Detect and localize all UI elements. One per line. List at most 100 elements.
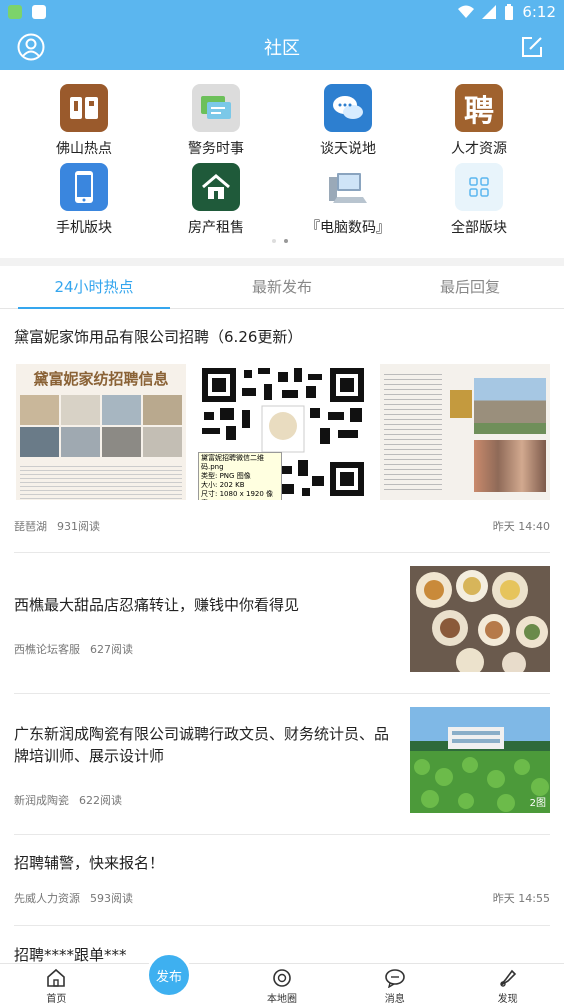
post-item[interactable]: 招聘辅警，快来报名！ 先威人力资源 593阅读 昨天 14:55	[14, 852, 550, 908]
post-meta: 西樵论坛客服 627阅读	[14, 641, 133, 657]
post-reads: 931阅读	[57, 520, 100, 533]
tab-last-reply[interactable]: 最后回复	[376, 266, 564, 308]
post-author: 琵琶湖	[14, 520, 47, 533]
category-label: 谈天说地	[320, 141, 376, 157]
message-icon	[384, 969, 405, 988]
app-header: 社区	[0, 24, 564, 70]
post-reads: 593阅读	[90, 892, 133, 905]
category-all-sections[interactable]: 全部版块	[414, 163, 544, 237]
home-icon	[47, 968, 66, 987]
nav-label: 首页	[46, 994, 67, 1005]
image-count-badge: 2图	[529, 798, 546, 809]
divider	[14, 834, 550, 835]
publish-button[interactable]: 发布	[146, 952, 192, 998]
battery-icon	[505, 4, 514, 20]
qr-caption-line: 尺寸: 1080 x 1920 像素	[201, 490, 274, 500]
compose-icon[interactable]	[521, 36, 543, 58]
nav-discover[interactable]: 发现	[451, 964, 564, 1005]
image-notification-icon	[32, 5, 46, 19]
discover-icon	[499, 969, 516, 987]
chat-icon	[324, 84, 372, 132]
feed-tabs: 24小时热点 最新发布 最后回复	[0, 266, 564, 309]
category-police-news[interactable]: 警务时事	[151, 84, 281, 158]
local-circle-icon	[273, 969, 291, 987]
qr-caption-line: 黛富妮招聘微信二维码.png	[201, 454, 264, 471]
post-meta: 琵琶湖 931阅读	[14, 518, 100, 534]
post-thumbnail[interactable]	[410, 566, 550, 672]
category-label: 人才资源	[451, 141, 507, 157]
post-meta: 新润成陶瓷 622阅读	[14, 792, 122, 808]
post-title: 黛富妮家饰用品有限公司招聘（6.26更新）	[14, 328, 303, 346]
image-text-block	[20, 463, 182, 499]
post-reads: 627阅读	[90, 643, 133, 656]
signal-icon	[482, 5, 497, 19]
post-author: 新润成陶瓷	[14, 794, 69, 807]
post-image[interactable]: 黛富妮家纺招聘信息	[16, 364, 186, 500]
category-label: 手机版块	[56, 220, 112, 236]
category-label: 房产租售	[188, 220, 244, 236]
image-certificate	[450, 390, 472, 418]
post-title: 广东新润成陶瓷有限公司诚聘行政文员、财务统计员、品牌培训师、展示设计师	[14, 725, 390, 765]
status-time: 6:12	[522, 3, 556, 21]
nav-messages[interactable]: 消息	[338, 964, 451, 1005]
post-title: 招聘辅警，快来报名！	[14, 854, 165, 872]
image-heading: 黛富妮家纺招聘信息	[33, 370, 169, 388]
post-author: 西樵论坛客服	[14, 643, 80, 656]
tab-latest[interactable]: 最新发布	[188, 266, 376, 308]
page-indicator	[272, 239, 288, 243]
nav-label: 消息	[384, 994, 405, 1005]
category-foshan-hot[interactable]: 佛山热点	[19, 84, 149, 158]
section-separator	[0, 258, 564, 266]
nav-label: 本地圈	[266, 994, 297, 1005]
foshan-hot-icon	[60, 84, 108, 132]
category-label: 警务时事	[188, 141, 244, 157]
post-meta: 先威人力资源 593阅读	[14, 890, 133, 906]
bottom-nav: 首页 本地圈 消息 发现	[0, 963, 564, 1005]
category-house[interactable]: 房产租售	[151, 163, 281, 237]
image-text-column	[384, 370, 442, 492]
app-notification-icon	[8, 5, 22, 19]
category-recruit[interactable]: 聘 人才资源	[414, 84, 544, 158]
post-title: 招聘****跟单***	[14, 946, 127, 964]
wifi-icon	[458, 5, 475, 18]
post-image-qr[interactable]: 黛富妮招聘微信二维码.png 类型: PNG 图像 大小: 202 KB 尺寸:…	[198, 364, 368, 500]
user-avatar-icon[interactable]	[17, 33, 45, 61]
publish-label: 发布	[155, 969, 182, 985]
post-item[interactable]: 西樵最大甜品店忍痛转让，赚钱中你看得见 西樵论坛客服 627阅读	[14, 566, 550, 672]
post-reads: 622阅读	[79, 794, 122, 807]
category-chat[interactable]: 谈天说地	[283, 84, 413, 158]
post-item[interactable]: 招聘****跟单***	[14, 944, 550, 964]
qr-caption-line: 类型: PNG 图像	[201, 472, 251, 480]
page-dot	[272, 239, 276, 243]
qr-file-info: 黛富妮招聘微信二维码.png 类型: PNG 图像 大小: 202 KB 尺寸:…	[198, 452, 282, 500]
dessert-photo	[410, 566, 550, 672]
post-thumbnail[interactable]: 2图	[410, 707, 550, 813]
category-computer[interactable]: 『电脑数码』	[283, 163, 413, 237]
status-bar: 6:12	[0, 0, 564, 24]
post-image[interactable]	[380, 364, 550, 500]
page-dot-active	[284, 239, 288, 243]
divider	[14, 925, 550, 926]
post-item[interactable]: 黛富妮家饰用品有限公司招聘（6.26更新） 黛富妮家纺招聘信息 黛富妮招聘微信二…	[14, 326, 550, 534]
police-news-icon	[192, 84, 240, 132]
post-time: 昨天 14:40	[492, 520, 550, 533]
post-item[interactable]: 广东新润成陶瓷有限公司诚聘行政文员、财务统计员、品牌培训师、展示设计师 新润成陶…	[14, 707, 550, 813]
post-author: 先威人力资源	[14, 892, 80, 905]
nav-label: 发现	[497, 994, 518, 1005]
house-icon	[192, 163, 240, 211]
all-sections-icon	[455, 163, 503, 211]
image-group-photo	[474, 440, 546, 492]
category-grid: 佛山热点 警务时事 谈天说地 聘 人才资源 手机版块 房产租售 『电脑数码』 全…	[0, 70, 564, 250]
nav-home[interactable]: 首页	[0, 964, 113, 1005]
category-label: 佛山热点	[56, 141, 112, 157]
post-title: 西樵最大甜品店忍痛转让，赚钱中你看得见	[14, 596, 300, 614]
page-title: 社区	[264, 38, 300, 59]
tab-24h-hot[interactable]: 24小时热点	[0, 266, 188, 309]
phone-icon	[60, 163, 108, 211]
post-time: 昨天 14:55	[492, 892, 550, 905]
category-phone[interactable]: 手机版块	[19, 163, 149, 237]
nav-local-circle[interactable]: 本地圈	[226, 964, 339, 1005]
computer-icon	[324, 163, 372, 211]
recruit-icon: 聘	[455, 84, 503, 132]
divider	[14, 552, 550, 553]
